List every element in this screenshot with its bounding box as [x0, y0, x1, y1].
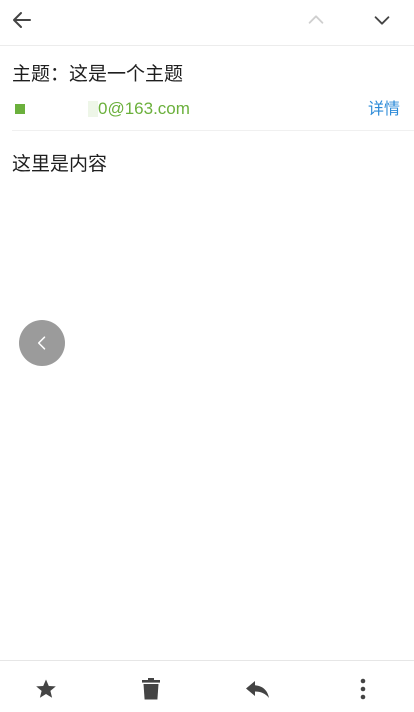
sender-email[interactable]: 0@163.com [98, 97, 190, 121]
next-mail-button[interactable] [362, 0, 402, 40]
chevron-up-icon [308, 15, 324, 24]
delete-button[interactable] [131, 669, 171, 709]
trash-icon [142, 678, 160, 700]
more-button[interactable] [343, 669, 383, 709]
star-icon [36, 679, 56, 698]
reply-icon [246, 681, 269, 698]
star-button[interactable] [26, 669, 66, 709]
mail-subject: 主题：这是一个主题 [12, 63, 184, 85]
more-vertical-icon [360, 678, 366, 700]
sender-redaction [88, 101, 98, 117]
chevron-left-icon [37, 336, 46, 350]
reply-button[interactable] [238, 669, 278, 709]
sender-row: 0@163.com 详情 [12, 97, 402, 121]
previous-mail-button[interactable] [296, 0, 336, 40]
arrow-left-icon [13, 12, 31, 28]
header-divider [12, 130, 414, 131]
mail-content: 这里是内容 [12, 153, 108, 175]
top-bar [0, 0, 414, 46]
details-link[interactable]: 详情 [368, 97, 400, 121]
back-button[interactable] [0, 0, 44, 40]
sender-avatar-dot [15, 104, 25, 114]
floating-back-button[interactable] [19, 320, 65, 366]
bottom-toolbar [0, 660, 414, 712]
mail-reader-screen: 主题：这是一个主题 0@163.com 详情 这里是内容 [0, 0, 414, 712]
chevron-down-icon [374, 16, 390, 25]
